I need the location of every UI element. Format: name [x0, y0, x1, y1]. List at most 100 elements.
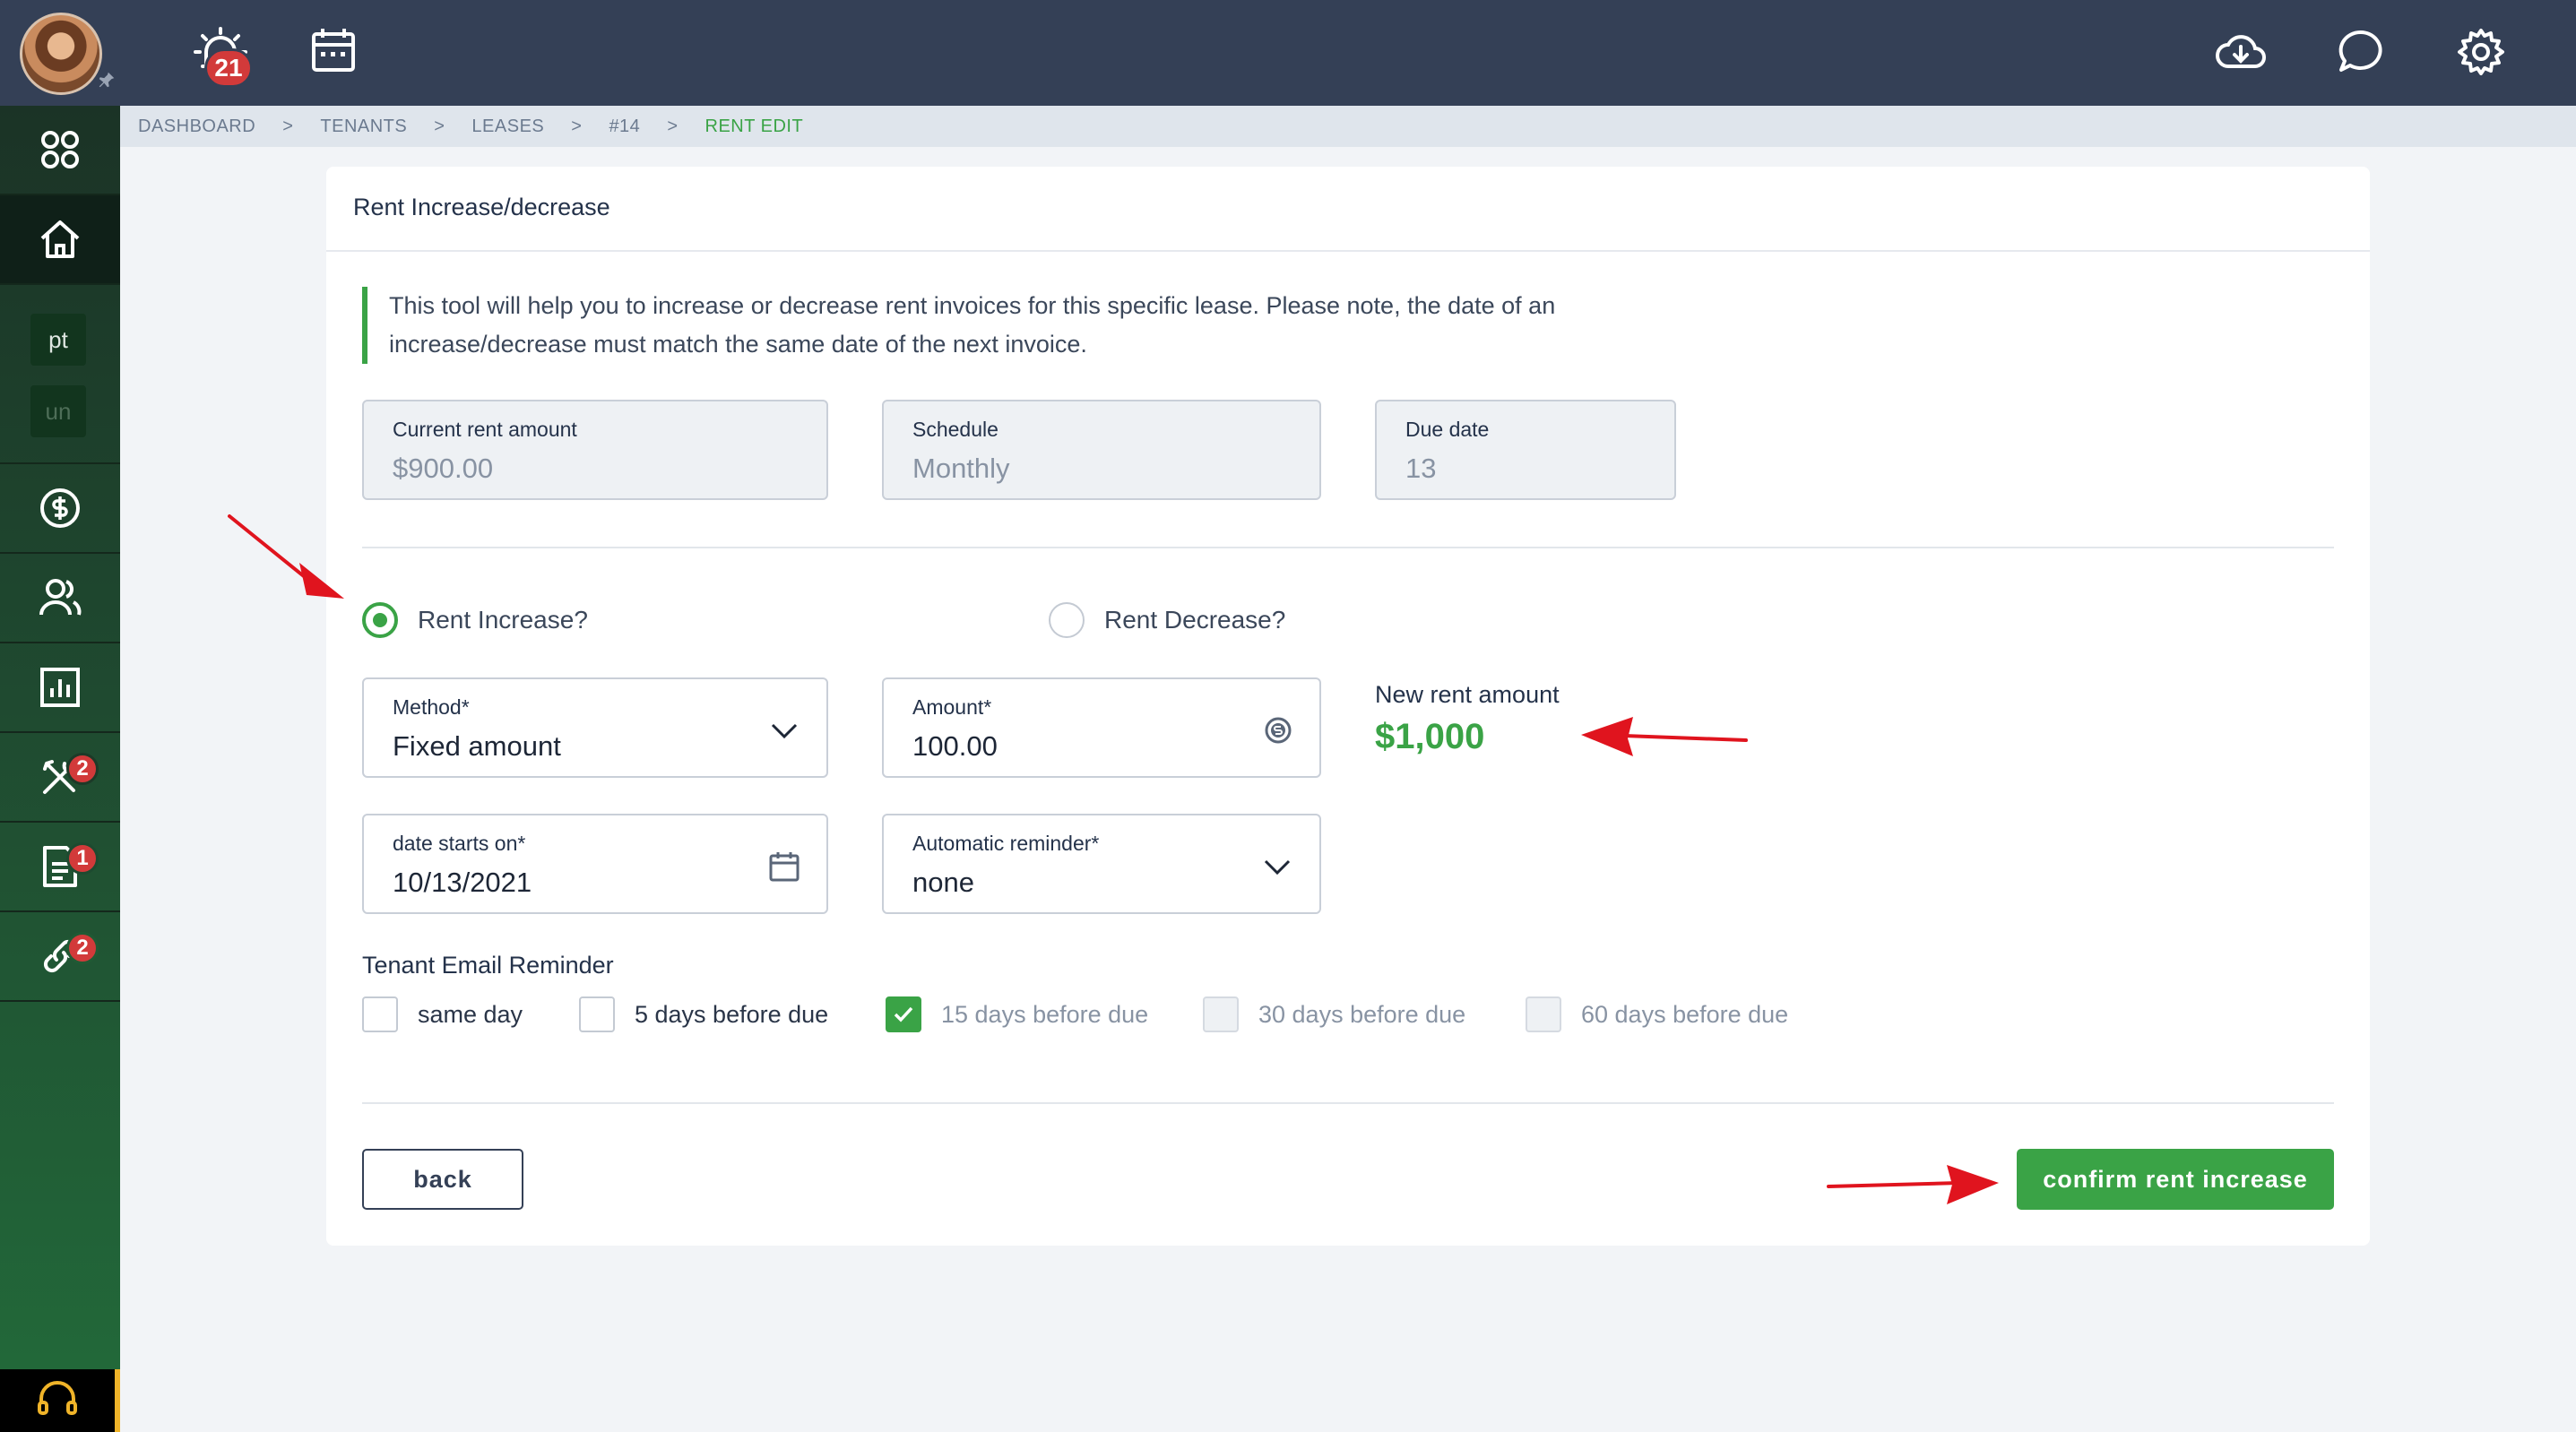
new-rent-label: New rent amount	[1375, 681, 1560, 708]
reminder-option-label: same day	[418, 1000, 523, 1028]
gear-icon[interactable]	[2454, 25, 2508, 79]
sidebar-item-apps[interactable]	[0, 106, 120, 195]
reminder-option-5-days[interactable]: 5 days before due	[579, 996, 828, 1032]
schedule-field: Schedule Monthly	[882, 400, 1321, 500]
breadcrumb-rent-edit: RENT EDIT	[705, 116, 804, 136]
card-header-divider	[326, 250, 2370, 252]
back-button[interactable]: back	[362, 1149, 523, 1210]
breadcrumb-separator: >	[667, 116, 679, 136]
amount-value: 100.00	[912, 730, 998, 762]
breadcrumb-leases[interactable]: LEASES	[471, 116, 544, 137]
chevron-down-icon	[1264, 859, 1291, 876]
checkbox-disabled-icon	[1203, 996, 1239, 1032]
schedule-value: Monthly	[912, 453, 1010, 484]
start-date-input[interactable]: date starts on* 10/13/2021	[362, 814, 828, 914]
reminder-option-30-days: 30 days before due	[1203, 996, 1465, 1032]
sidebar-item-reports[interactable]	[0, 643, 120, 733]
sidebar-item-payments[interactable]	[0, 464, 120, 554]
top-bar: 21	[0, 0, 2576, 106]
automatic-reminder-value: none	[912, 867, 974, 898]
section-divider	[362, 547, 2334, 548]
checkbox-checked-icon[interactable]	[886, 996, 921, 1032]
rent-decrease-label: Rent Decrease?	[1104, 606, 1286, 634]
rent-increase-radio[interactable]: Rent Increase?	[362, 602, 588, 638]
links-badge: 2	[66, 932, 99, 964]
breadcrumb-separator: >	[434, 116, 445, 136]
automatic-reminder-label: Automatic reminder*	[912, 832, 1100, 855]
automatic-reminder-select[interactable]: Automatic reminder* none	[882, 814, 1321, 914]
method-select[interactable]: Method* Fixed amount	[362, 677, 828, 778]
reminder-option-label: 15 days before due	[941, 1000, 1149, 1028]
reminder-option-15-days[interactable]: 15 days before due	[886, 996, 1148, 1032]
sidebar-item-home[interactable]	[0, 195, 120, 285]
breadcrumb: DASHBOARD > TENANTS > LEASES > #14 > REN…	[120, 106, 2576, 147]
annotation-arrow-icon	[228, 514, 344, 599]
rent-edit-card: Rent Increase/decrease This tool will he…	[326, 167, 2370, 1246]
checkbox-disabled-icon	[1526, 996, 1561, 1032]
start-date-label: date starts on*	[393, 832, 526, 855]
sidebar-item-documents[interactable]: 1	[0, 823, 120, 912]
rent-increase-label: Rent Increase?	[418, 606, 588, 634]
card-title: Rent Increase/decrease	[353, 194, 610, 220]
support-button[interactable]	[0, 1369, 120, 1432]
apps-grid-icon	[41, 131, 79, 168]
dollar-circle-icon	[40, 488, 80, 528]
sidebar-portfolios: pt un	[0, 285, 120, 464]
reminder-option-60-days: 60 days before due	[1526, 996, 1788, 1032]
radio-unselected-icon[interactable]	[1049, 602, 1085, 638]
start-date-value: 10/13/2021	[393, 867, 532, 898]
reminder-option-label: 60 days before due	[1581, 1000, 1789, 1028]
reminder-option-same-day[interactable]: same day	[362, 996, 523, 1032]
reminder-option-label: 5 days before due	[635, 1000, 829, 1028]
due-date-value: 13	[1405, 453, 1437, 484]
schedule-label: Schedule	[912, 418, 998, 441]
pin-icon	[99, 72, 115, 88]
home-icon	[40, 220, 80, 258]
due-date-label: Due date	[1405, 418, 1490, 441]
calendar-icon[interactable]	[767, 850, 801, 884]
sidebar-item-links[interactable]: 2	[0, 912, 120, 1002]
new-rent-value: $1,000	[1375, 717, 1485, 756]
chevron-down-icon	[771, 723, 798, 739]
notification-badge: 21	[204, 48, 253, 88]
cloud-download-icon[interactable]	[2214, 25, 2268, 79]
breadcrumb-tenants[interactable]: TENANTS	[320, 116, 407, 137]
sidebar: pt un 2 1 2	[0, 106, 120, 1432]
chat-icon[interactable]	[2334, 25, 2388, 79]
confirm-rent-increase-button[interactable]: confirm rent increase	[2017, 1149, 2334, 1210]
checkbox-unchecked-icon[interactable]	[362, 996, 398, 1032]
footer-divider	[362, 1102, 2334, 1104]
sidebar-chip-pt[interactable]: pt	[30, 314, 86, 366]
checkbox-unchecked-icon[interactable]	[579, 996, 615, 1032]
maintenance-badge: 2	[66, 753, 99, 785]
method-value: Fixed amount	[393, 730, 561, 762]
tenant-email-reminder-title: Tenant Email Reminder	[362, 952, 614, 979]
breadcrumb-dashboard[interactable]: DASHBOARD	[138, 116, 255, 137]
bar-chart-icon	[40, 668, 80, 707]
annotation-arrow-icon	[1827, 1165, 1999, 1204]
calendar-icon[interactable]	[307, 25, 360, 79]
due-date-field: Due date 13	[1375, 400, 1676, 500]
annotation-arrow-icon	[1581, 717, 1748, 756]
sidebar-item-tenants[interactable]	[0, 554, 120, 643]
headset-icon	[38, 1381, 77, 1415]
breadcrumb-separator: >	[282, 116, 294, 136]
radio-selected-icon[interactable]	[362, 602, 398, 638]
sidebar-chip-un[interactable]: un	[30, 385, 86, 437]
rent-decrease-radio[interactable]: Rent Decrease?	[1049, 602, 1285, 638]
info-notice: This tool will help you to increase or d…	[362, 287, 1707, 364]
current-rent-label: Current rent amount	[393, 418, 577, 441]
amount-input[interactable]: Amount* 100.00	[882, 677, 1321, 778]
user-avatar[interactable]	[20, 13, 102, 95]
sidebar-item-maintenance[interactable]: 2	[0, 733, 120, 823]
coins-icon	[1265, 717, 1292, 744]
amount-label: Amount*	[912, 695, 992, 719]
reminder-option-label: 30 days before due	[1258, 1000, 1466, 1028]
current-rent-field: Current rent amount $900.00	[362, 400, 828, 500]
documents-badge: 1	[66, 842, 99, 875]
method-label: Method*	[393, 695, 470, 719]
current-rent-value: $900.00	[393, 453, 494, 484]
breadcrumb-lease-14[interactable]: #14	[609, 116, 640, 137]
breadcrumb-separator: >	[571, 116, 583, 136]
users-icon	[39, 579, 82, 616]
